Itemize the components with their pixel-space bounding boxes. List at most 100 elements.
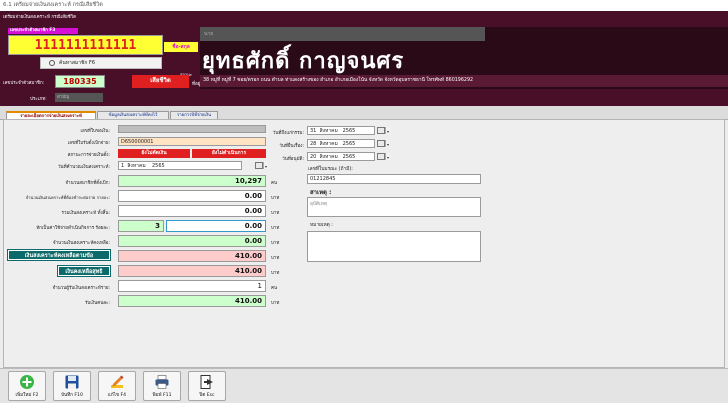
death-date-picker[interactable]: 31 สิงหาคม 2565 (307, 126, 375, 135)
net-field[interactable]: 410.00 (118, 265, 266, 277)
search-icon (49, 59, 55, 66)
doc-no-field[interactable] (118, 125, 266, 133)
dead-members-unit: คน (271, 181, 278, 186)
edit-button[interactable]: แก้ไข F4 (98, 371, 136, 401)
per-member-label: จำนวนเงินสงเคราะห์ที่ต้องชำระต่อราย รายล… (25, 195, 110, 200)
member-address: 38 หมู่ที่ หมู่ที่ 7 ซอย/ตรอก ถนน ตำบล ท… (200, 75, 728, 87)
approve-date-picker[interactable]: 20 สิงหาคม 2565 (307, 152, 375, 161)
death-date-label: วันที่ถึงแก่กรรม: (272, 131, 304, 136)
after-deduct-field[interactable]: 0.00 (118, 235, 266, 247)
deduct-amount-field[interactable]: 0.00 (166, 220, 266, 232)
approve-date-label: วันที่อนุมัติ: (282, 157, 304, 162)
calendar-icon[interactable] (377, 140, 385, 147)
after-deduct-unit: บาท (271, 241, 280, 246)
calc-date-picker[interactable]: 1 สิงหาคม 2565 (118, 161, 242, 170)
add-icon (20, 375, 34, 389)
print-button-label: พิมพ์ F11 (152, 393, 172, 398)
calendar-icon[interactable] (255, 162, 263, 169)
per-heir-label: รับเงินคนละ: (85, 301, 110, 306)
member-no-field[interactable]: 180335 (55, 75, 105, 88)
member-no-label: เลขประจำตัวสมาชิก: (3, 81, 45, 86)
deduct-percent-field[interactable]: 3 (118, 220, 164, 232)
print-icon (155, 375, 169, 389)
edit-button-label: แก้ไข F4 (107, 393, 127, 398)
calc-month: สิงหาคม (127, 163, 146, 169)
calc-day: 1 (121, 163, 125, 169)
member-type-select[interactable]: สามัญ (55, 93, 103, 102)
death-year: 2565 (342, 128, 356, 134)
chevron-down-icon[interactable]: ▾ (385, 153, 390, 160)
page-title: เตรียมจ่ายเงินสงเคราะห์ กรณีเสียชีวิต (3, 15, 77, 20)
add-button[interactable]: เพิ่มใหม่ F2 (8, 371, 46, 401)
remaining-button[interactable]: เงินสงเคราะห์คงเหลือตามข้อ (7, 249, 111, 261)
add-button-label: เพิ่มใหม่ F2 (15, 393, 39, 398)
net-unit: บาท (271, 271, 280, 276)
request-day: 28 (310, 141, 317, 147)
chevron-down-icon[interactable]: ▾ (385, 127, 390, 134)
receipt-no-label: เลขที่ใบรับตั้งเบิกจ่าย: (67, 141, 110, 146)
approve-year: 2565 (342, 154, 356, 160)
death-cert-label: เลขที่ใบมรณะ (ถ้ามี): (308, 167, 353, 172)
id-caption: เลขประจำตัวสมาชิก F3 (8, 28, 78, 34)
total-unit: บาท (271, 211, 280, 216)
calendar-icon[interactable] (377, 153, 385, 160)
death-cert-field[interactable]: 01212845 (307, 174, 481, 184)
name-search-button[interactable]: ชื่อ-สกุล (164, 42, 198, 52)
exit-button[interactable]: ปิด Esc (188, 371, 226, 401)
total-field[interactable]: 0.00 (118, 205, 266, 217)
calendar-icon[interactable] (377, 127, 385, 134)
search-button-label: ค้นหาสมาชิก F6 (59, 60, 96, 66)
per-member-unit: บาท (271, 196, 280, 201)
save-button[interactable]: บันทึก F10 (53, 371, 91, 401)
id-number-field[interactable]: 1111111111111 (8, 35, 163, 55)
deduct-unit: บาท (271, 226, 280, 231)
death-month: สิงหาคม (319, 128, 338, 134)
request-date-picker[interactable]: 28 สิงหาคม 2565 (307, 139, 375, 148)
print-button[interactable]: พิมพ์ F11 (143, 371, 181, 401)
note-field[interactable] (307, 231, 481, 262)
request-date-label: วันที่ยื่นเรื่อง: (279, 144, 304, 149)
deduct-label: หักเป็นค่าใช้จ่ายดำเนินกิจการ ร้อยละ: (36, 226, 110, 231)
save-button-label: บันทึก F10 (61, 393, 83, 398)
total-label: รวมเงินสงเคราะห์ ทั้งสิ้น: (61, 211, 110, 216)
heirs-unit: คน (271, 286, 278, 291)
chevron-down-icon[interactable]: ▾ (385, 140, 390, 147)
payment-status-label: สถานะการจ่ายเงินตั้ง: (67, 153, 110, 158)
net-button[interactable]: เงินคงเหลือสุทธิ (57, 265, 111, 277)
remaining-unit: บาท (271, 256, 280, 261)
death-day: 31 (310, 128, 317, 134)
exit-button-label: ปิด Esc (199, 393, 215, 398)
per-heir-field[interactable]: 410.00 (118, 295, 266, 307)
receipt-no-field[interactable]: D650000001 (118, 137, 266, 146)
dead-members-label: จำนวนสมาชิกที่ตั้งเบิก: (65, 181, 110, 186)
type-label: ประเภท: (30, 97, 47, 102)
status-button[interactable]: เสียชีวิต (132, 75, 189, 88)
heirs-field[interactable]: 1 (118, 280, 266, 292)
dead-members-field[interactable]: 10,297 (118, 175, 266, 187)
per-member-field[interactable]: 0.00 (118, 190, 266, 202)
approve-day: 20 (310, 154, 317, 160)
per-heir-unit: บาท (271, 301, 280, 306)
cause-field[interactable]: อุบัติเหตุ (307, 197, 481, 217)
heirs-label: จำนวนผู้รับเงินสงเคราะห์ราย: (52, 286, 110, 291)
title-field[interactable]: นาย (200, 27, 485, 41)
request-month: สิงหาคม (319, 141, 338, 147)
exit-icon (200, 375, 213, 389)
status-not-processed: ยังไม่ดำเนินการ (192, 149, 266, 158)
save-icon (65, 375, 79, 389)
remaining-field[interactable]: 410.00 (118, 250, 266, 262)
member-name: ยุทธศักดิ์ กาญจนศร (202, 48, 405, 74)
calc-year: 2565 (151, 163, 165, 169)
note-label: หมายเหตุ : (310, 223, 333, 228)
edit-icon (111, 375, 124, 388)
doc-no-label: เลขที่ใบขอเงิน: (80, 129, 111, 134)
cause-label: สาเหตุ : (310, 189, 332, 196)
chevron-down-icon[interactable]: ▾ (263, 162, 268, 169)
calc-date-label: วันที่คำนวณเงินสงเคราะห์: (57, 165, 110, 170)
window-title: 6.1 เตรียมจ่ายเงินสงเคราะห์ กรณีเสียชีวิ… (0, 0, 728, 11)
request-year: 2565 (342, 141, 356, 147)
approve-month: สิงหาคม (319, 154, 338, 160)
status-not-paid: ยังไม่ตัดเงิน (118, 149, 190, 158)
after-deduct-label: จำนวนเงินสงเคราะห์คงเหลือ: (52, 241, 110, 246)
search-member-button[interactable]: ค้นหาสมาชิก F6 (40, 57, 162, 69)
